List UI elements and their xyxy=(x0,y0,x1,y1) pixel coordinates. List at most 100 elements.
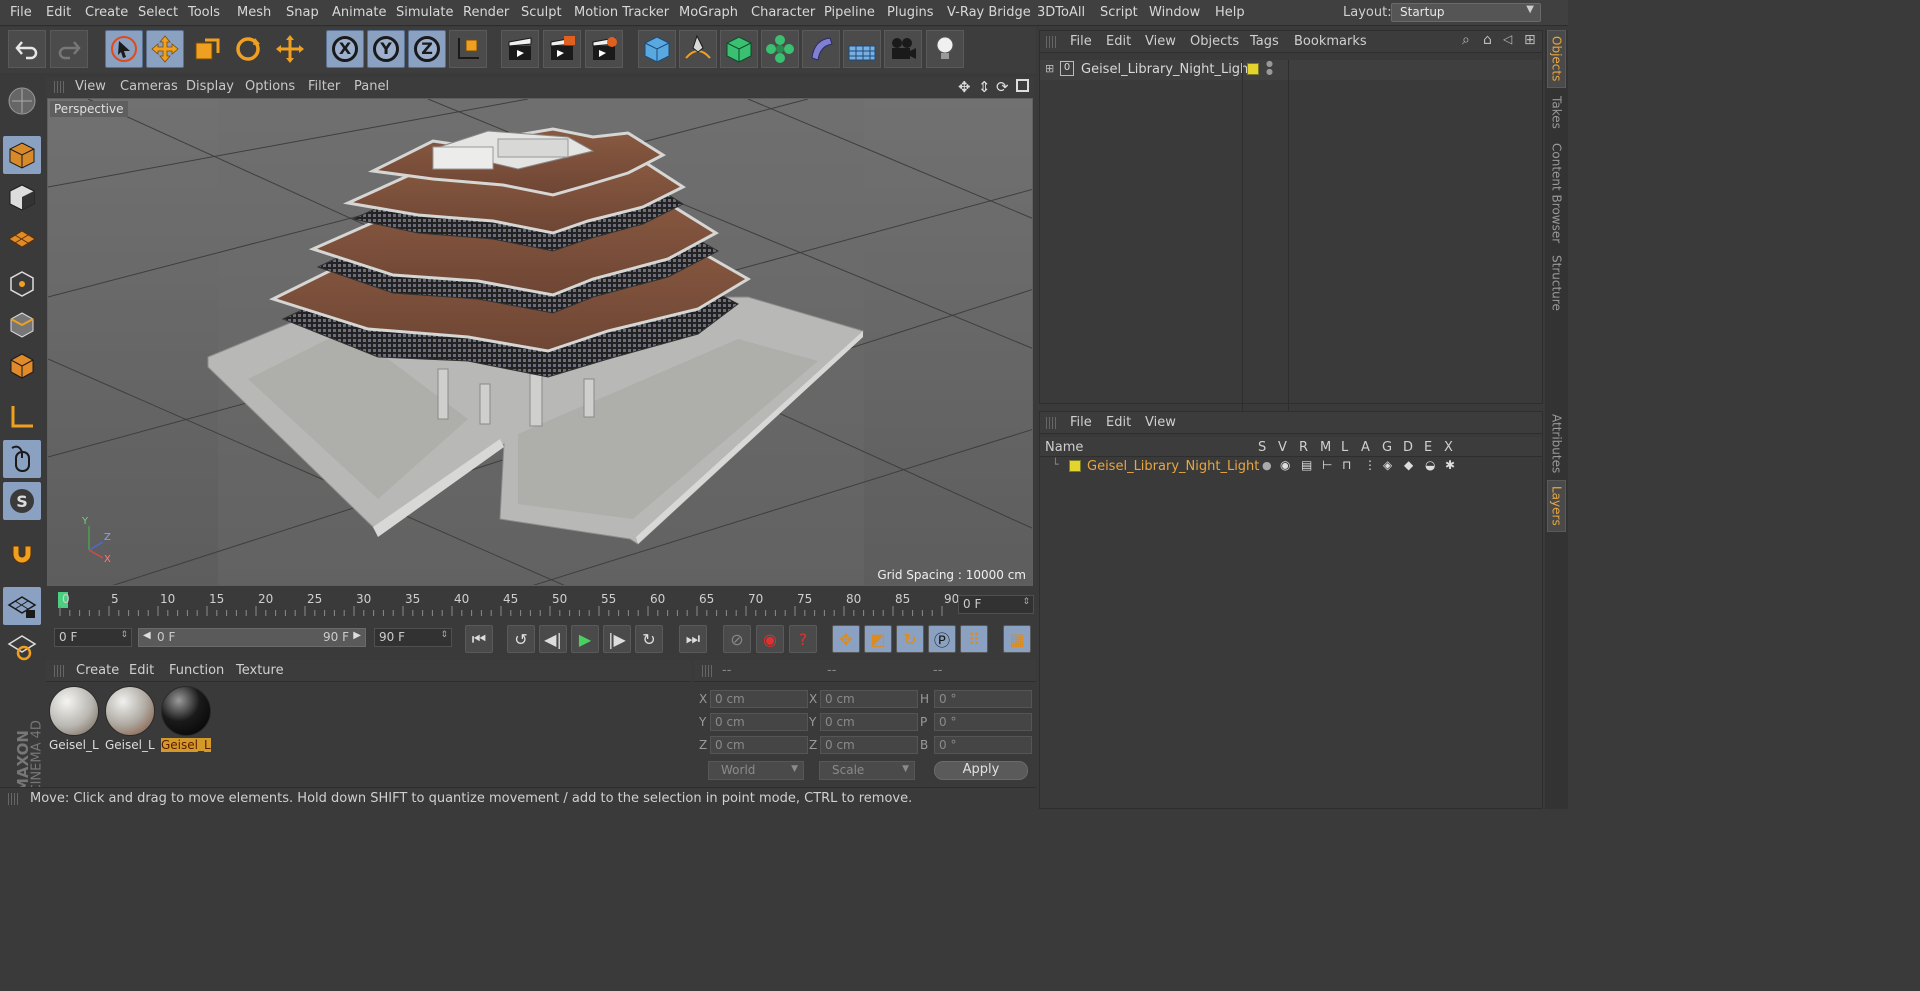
stepper-icon[interactable]: ⇕ xyxy=(1022,597,1030,607)
play-button[interactable]: ▶ xyxy=(571,625,599,653)
range-left-arrow-icon[interactable]: ◀ xyxy=(143,630,151,641)
pos-z-field[interactable]: 0 cm xyxy=(710,736,808,754)
edge-mode-button[interactable] xyxy=(3,305,41,343)
make-editable-button[interactable] xyxy=(3,82,41,120)
previous-key-button[interactable]: ↺ xyxy=(507,625,535,653)
tab-layers[interactable]: Layers xyxy=(1547,480,1566,532)
material-menu-function[interactable]: Function xyxy=(169,663,224,678)
zoom-view-icon[interactable]: ⇕ xyxy=(978,78,991,96)
layer-col-xref[interactable]: X xyxy=(1444,440,1453,455)
coordinate-system-button[interactable] xyxy=(449,30,487,68)
undo-button[interactable] xyxy=(8,30,46,68)
coordinate-mode-select[interactable]: World ▼ xyxy=(708,761,804,780)
menu-mesh[interactable]: Mesh xyxy=(237,5,271,20)
menu-pipeline[interactable]: Pipeline xyxy=(824,5,875,20)
size-z-field[interactable]: 0 cm xyxy=(820,736,918,754)
panel-grip-icon[interactable] xyxy=(54,665,64,677)
object-row[interactable]: ⊞ 0 Geisel_Library_Night_Light ● ● xyxy=(1040,60,1542,434)
viewport-menu-options[interactable]: Options xyxy=(245,79,295,94)
next-key-button[interactable]: ↻ xyxy=(635,625,663,653)
menu-sculpt[interactable]: Sculpt xyxy=(521,5,562,20)
workplane-rotate-button[interactable] xyxy=(3,628,41,666)
go-to-start-button[interactable]: ⏮ xyxy=(465,625,493,653)
size-mode-select[interactable]: Scale ▼ xyxy=(819,761,915,780)
render-view-button[interactable] xyxy=(501,30,539,68)
menu-vray-bridge[interactable]: V-Ray Bridge xyxy=(947,5,1031,20)
layer-col-view[interactable]: V xyxy=(1278,440,1287,455)
current-frame-field[interactable]: 0 F ⇕ xyxy=(958,595,1034,614)
generator-icon[interactable]: ◈ xyxy=(1383,458,1392,472)
y-axis-lock-button[interactable]: Y xyxy=(367,30,405,68)
solo-dot-icon[interactable]: ● xyxy=(1262,459,1272,472)
manager-tree-icon[interactable]: ⊢ xyxy=(1322,458,1332,472)
timeline-ruler[interactable]: 0 5 10 15 20 25 30 35 40 45 50 55 60 65 70 75 80 85 90 0 F… xyxy=(46,588,1036,620)
layer-col-deformers[interactable]: D xyxy=(1403,440,1413,455)
material-menu-create[interactable]: Create xyxy=(76,663,119,678)
z-axis-lock-button[interactable]: Z xyxy=(408,30,446,68)
objects-menu-objects[interactable]: Objects xyxy=(1190,34,1239,49)
panel-grip-icon[interactable] xyxy=(1046,36,1056,48)
model-mode-button[interactable] xyxy=(3,136,41,174)
expression-icon[interactable]: ◒ xyxy=(1425,458,1435,472)
layer-col-locked[interactable]: L xyxy=(1341,440,1348,455)
material-swatch[interactable]: Geisel_L xyxy=(49,686,99,752)
layers-menu-view[interactable]: View xyxy=(1145,415,1176,430)
menu-plugins[interactable]: Plugins xyxy=(887,5,934,20)
axis-mode-button[interactable] xyxy=(3,398,41,436)
panel-grip-icon[interactable] xyxy=(1046,417,1056,429)
layer-col-name[interactable]: Name xyxy=(1045,440,1083,455)
record-keys-button[interactable]: ⊘ xyxy=(723,625,751,653)
texture-mode-button[interactable] xyxy=(3,178,41,216)
objects-menu-view[interactable]: View xyxy=(1145,34,1176,49)
size-x-field[interactable]: 0 cm xyxy=(820,690,918,708)
key-parameter-button[interactable]: Ⓟ xyxy=(928,625,956,653)
render-clapboard-icon[interactable]: ▤ xyxy=(1301,458,1312,472)
menu-render[interactable]: Render xyxy=(463,5,509,20)
viewport-menu-filter[interactable]: Filter xyxy=(308,79,340,94)
visibility-dots-icon[interactable]: ● ● xyxy=(1266,60,1273,76)
rot-b-field[interactable]: 0 ° xyxy=(934,736,1032,754)
maximize-view-icon[interactable] xyxy=(1016,79,1029,92)
scale-tool-button[interactable] xyxy=(188,30,226,68)
lock-icon[interactable]: ⊓ xyxy=(1342,458,1351,472)
snap-button[interactable] xyxy=(3,534,41,572)
render-settings-button[interactable] xyxy=(585,30,623,68)
pen-spline-button[interactable] xyxy=(679,30,717,68)
menu-script[interactable]: Script xyxy=(1100,5,1138,20)
menu-animate[interactable]: Animate xyxy=(332,5,386,20)
menu-motion-tracker[interactable]: Motion Tracker xyxy=(574,5,669,20)
tab-attributes[interactable]: Attributes xyxy=(1547,413,1566,475)
layout-select[interactable]: Startup ▼ xyxy=(1391,3,1541,22)
viewport-menu-cameras[interactable]: Cameras xyxy=(120,79,178,94)
layer-color-swatch[interactable] xyxy=(1247,63,1259,75)
menu-select[interactable]: Select xyxy=(138,5,178,20)
layer-col-render[interactable]: R xyxy=(1299,440,1308,455)
live-selection-button[interactable] xyxy=(105,30,143,68)
stepper-icon[interactable]: ⇕ xyxy=(120,630,128,640)
light-button[interactable] xyxy=(926,30,964,68)
layer-col-solo[interactable]: S xyxy=(1258,440,1266,455)
animation-icon[interactable]: ⋮ xyxy=(1364,458,1376,472)
camera-button[interactable] xyxy=(884,30,922,68)
viewport-menu-view[interactable]: View xyxy=(75,79,106,94)
cloner-button[interactable] xyxy=(761,30,799,68)
menu-help[interactable]: Help xyxy=(1215,5,1245,20)
floor-button[interactable] xyxy=(843,30,881,68)
key-pla-button[interactable]: ⠿ xyxy=(960,625,988,653)
redo-button[interactable] xyxy=(50,30,88,68)
pos-x-field[interactable]: 0 cm xyxy=(710,690,808,708)
material-swatch[interactable]: Geisel_L xyxy=(161,686,211,752)
back-icon[interactable]: ◁ xyxy=(1503,32,1512,46)
menu-file[interactable]: File xyxy=(10,5,32,20)
x-axis-lock-button[interactable]: X xyxy=(326,30,364,68)
subdivision-surface-button[interactable] xyxy=(720,30,758,68)
objects-menu-edit[interactable]: Edit xyxy=(1106,34,1131,49)
tab-takes[interactable]: Takes xyxy=(1547,90,1566,134)
search-icon[interactable]: ⌕ xyxy=(1462,32,1470,48)
rotate-tool-button[interactable] xyxy=(229,30,267,68)
expand-icon[interactable]: ⊞ xyxy=(1045,62,1054,75)
panel-grip-icon[interactable] xyxy=(702,665,712,677)
layer-col-expressions[interactable]: E xyxy=(1424,440,1432,455)
tab-content-browser[interactable]: Content Browser xyxy=(1547,138,1566,248)
xref-icon[interactable]: ✱ xyxy=(1445,458,1455,472)
